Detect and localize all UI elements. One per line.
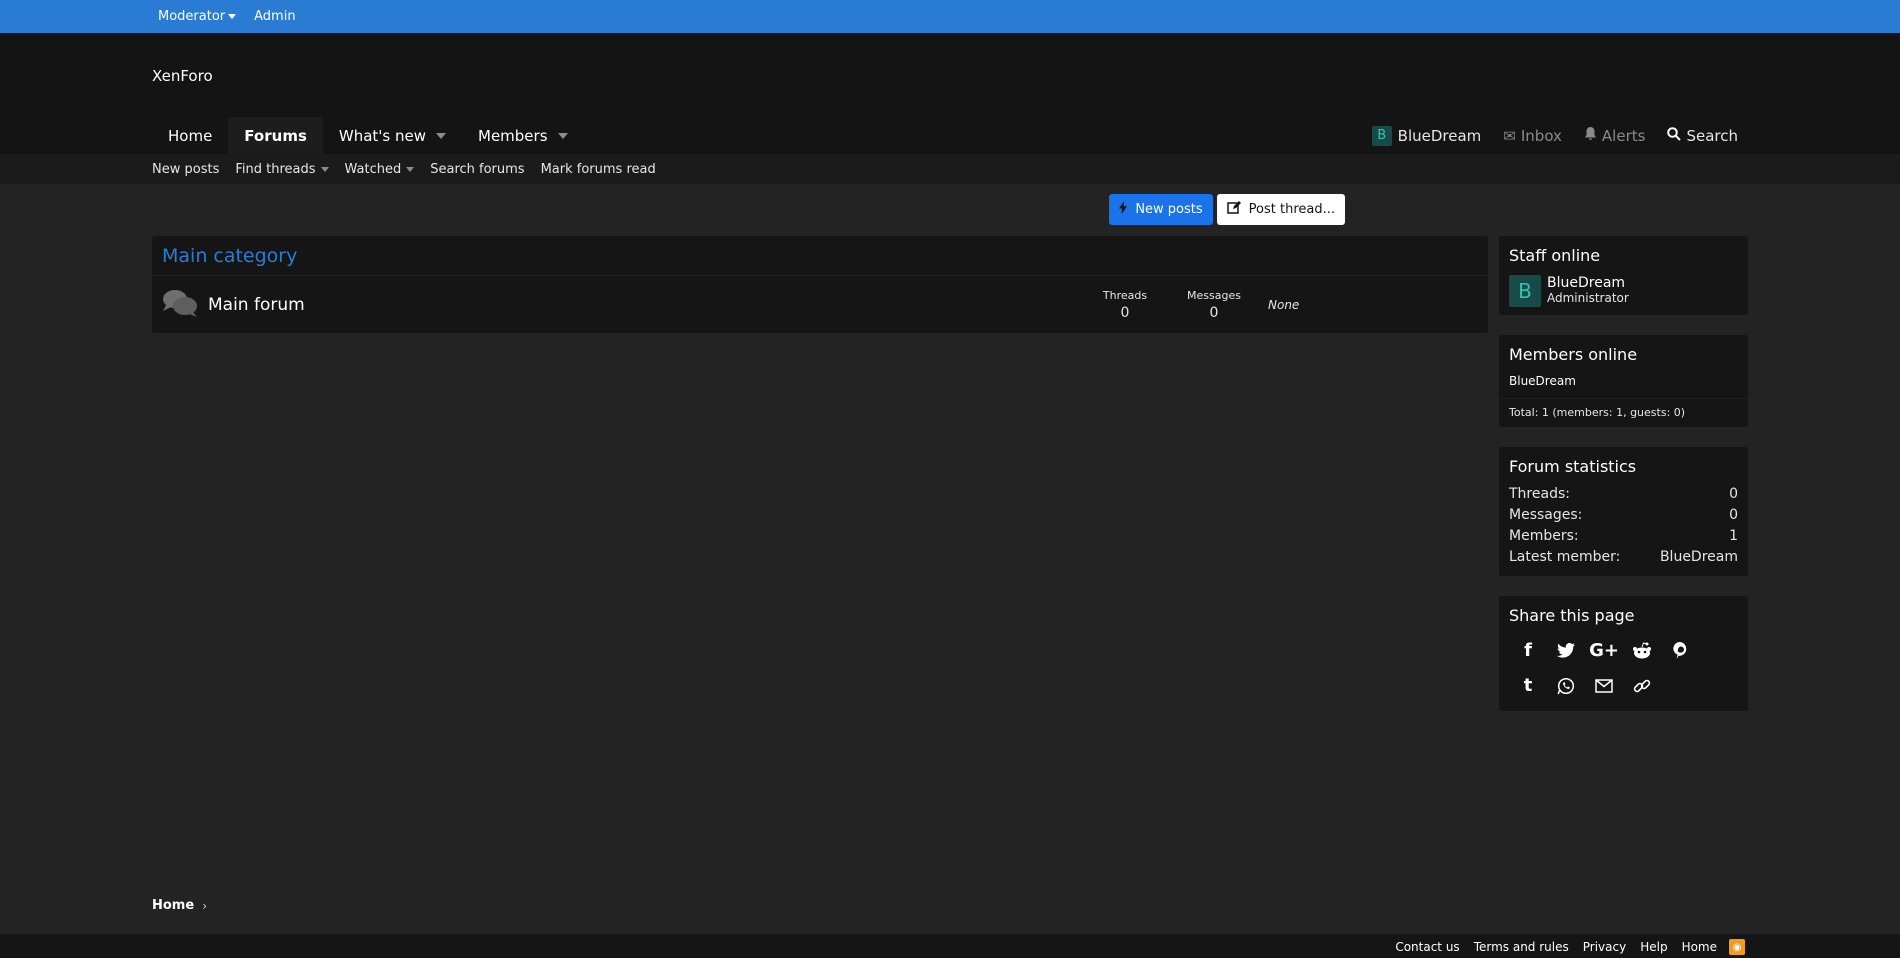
online-list[interactable]: BlueDream bbox=[1499, 370, 1748, 399]
forum-title[interactable]: Main forum bbox=[208, 295, 305, 315]
envelope-icon: ✉ bbox=[1503, 126, 1516, 145]
staff-bar: Moderator Admin bbox=[0, 0, 1900, 33]
search-link[interactable]: Search bbox=[1667, 127, 1738, 145]
caret-down-icon[interactable] bbox=[436, 132, 446, 139]
footer-links: Contact us Terms and rules Privacy Help … bbox=[1381, 939, 1745, 955]
forum-row: Main forum Threads 0 Messages 0 None bbox=[152, 276, 1488, 333]
reddit-icon[interactable] bbox=[1623, 633, 1661, 668]
twitter-icon[interactable] bbox=[1547, 633, 1585, 668]
inbox-link[interactable]: ✉ Inbox bbox=[1503, 127, 1562, 145]
sub-nav-watched[interactable]: Watched bbox=[345, 162, 415, 177]
avatar: B bbox=[1371, 125, 1392, 146]
footer-terms[interactable]: Terms and rules bbox=[1474, 940, 1569, 954]
user-menu[interactable]: B BlueDream bbox=[1371, 125, 1481, 146]
tumblr-icon[interactable]: t bbox=[1509, 668, 1547, 703]
whatsapp-icon[interactable] bbox=[1547, 668, 1585, 703]
footer-help[interactable]: Help bbox=[1640, 940, 1667, 954]
site-logo[interactable]: XenForo bbox=[152, 67, 213, 85]
bolt-icon bbox=[1119, 201, 1128, 218]
sub-nav-mark-read[interactable]: Mark forums read bbox=[541, 162, 656, 177]
alerts-link[interactable]: Alerts bbox=[1584, 126, 1645, 145]
bell-icon bbox=[1584, 126, 1597, 145]
stats-row: Messages: 0 bbox=[1509, 507, 1738, 523]
chevron-right-icon: › bbox=[202, 898, 207, 913]
email-icon[interactable] bbox=[1585, 668, 1623, 703]
new-posts-button[interactable]: New posts bbox=[1109, 194, 1213, 225]
footer-contact[interactable]: Contact us bbox=[1395, 940, 1459, 954]
main-nav: Home Forums What's new Members bbox=[152, 117, 584, 154]
footer: Contact us Terms and rules Privacy Help … bbox=[0, 934, 1900, 958]
breadcrumb-home[interactable]: Home bbox=[152, 898, 194, 913]
google-plus-icon[interactable]: G+ bbox=[1585, 633, 1623, 668]
block-title: Share this page bbox=[1509, 606, 1635, 625]
action-buttons: New posts Post thread... bbox=[1105, 194, 1345, 225]
stats-row: Threads: 0 bbox=[1509, 486, 1738, 502]
tab-forums[interactable]: Forums bbox=[228, 117, 323, 154]
tab-whats-new[interactable]: What's new bbox=[323, 117, 462, 154]
latest-member-link[interactable]: BlueDream bbox=[1660, 547, 1738, 568]
online-total: Total: 1 (members: 1, guests: 0) bbox=[1509, 406, 1686, 419]
member-role: Administrator bbox=[1547, 291, 1629, 305]
pinterest-icon[interactable] bbox=[1661, 633, 1699, 668]
block-title[interactable]: Members online bbox=[1499, 335, 1748, 370]
threads-stat: Threads 0 bbox=[1102, 289, 1148, 321]
caret-down-icon bbox=[228, 14, 237, 19]
edit-icon bbox=[1226, 201, 1241, 218]
link-icon[interactable] bbox=[1623, 668, 1661, 703]
share-block: Share this page f G+ t bbox=[1499, 596, 1748, 711]
sub-nav-find-threads[interactable]: Find threads bbox=[235, 162, 329, 177]
stats-list: Threads: 0 Messages: 0 Members: 1 Latest me… bbox=[1499, 482, 1748, 576]
sub-nav-new-posts[interactable]: New posts bbox=[152, 162, 219, 177]
staff-online-block: Staff online B BlueDream Administrator bbox=[1499, 236, 1748, 315]
breadcrumb: Home › bbox=[152, 898, 207, 913]
share-icons: f G+ t bbox=[1499, 631, 1719, 711]
rss-icon[interactable]: ◉ bbox=[1729, 939, 1745, 955]
block-title: Forum statistics bbox=[1509, 457, 1637, 476]
caret-down-icon bbox=[320, 166, 329, 172]
block-title[interactable]: Staff online bbox=[1499, 236, 1748, 271]
tab-members[interactable]: Members bbox=[462, 117, 584, 154]
moderator-menu[interactable]: Moderator bbox=[158, 9, 237, 24]
admin-link[interactable]: Admin bbox=[254, 9, 295, 24]
facebook-icon[interactable]: f bbox=[1509, 633, 1547, 668]
search-icon bbox=[1667, 126, 1682, 145]
sub-nav-search-forums[interactable]: Search forums bbox=[430, 162, 524, 177]
caret-down-icon[interactable] bbox=[557, 132, 568, 139]
avatar[interactable]: B bbox=[1509, 275, 1541, 307]
sub-nav: New posts Find threads Watched Search fo… bbox=[0, 154, 1900, 184]
forum-list: Main category Main forum Threads 0 Messa… bbox=[152, 236, 1488, 333]
footer-home[interactable]: Home bbox=[1682, 940, 1717, 954]
staff-member: B BlueDream Administrator bbox=[1499, 271, 1748, 315]
user-nav: B BlueDream ✉ Inbox Alerts Search bbox=[1350, 117, 1738, 154]
chat-bubbles-icon bbox=[162, 288, 198, 322]
stats-row: Latest member: BlueDream bbox=[1509, 547, 1738, 568]
members-online-block: Members online BlueDream Total: 1 (membe… bbox=[1499, 335, 1748, 427]
footer-privacy[interactable]: Privacy bbox=[1583, 940, 1626, 954]
member-name[interactable]: BlueDream bbox=[1547, 275, 1629, 291]
forum-statistics-block: Forum statistics Threads: 0 Messages: 0 Me… bbox=[1499, 447, 1748, 576]
tab-home[interactable]: Home bbox=[152, 117, 228, 154]
stats-row: Members: 1 bbox=[1509, 528, 1738, 544]
category-title[interactable]: Main category bbox=[152, 236, 1488, 276]
header: XenForo Home Forums What's new Members B… bbox=[0, 33, 1900, 154]
messages-stat: Messages 0 bbox=[1187, 289, 1241, 321]
sidebar: Staff online B BlueDream Administrator M… bbox=[1499, 236, 1748, 731]
post-thread-button[interactable]: Post thread... bbox=[1216, 194, 1345, 225]
last-post: None bbox=[1268, 298, 1300, 312]
caret-down-icon bbox=[406, 166, 415, 172]
